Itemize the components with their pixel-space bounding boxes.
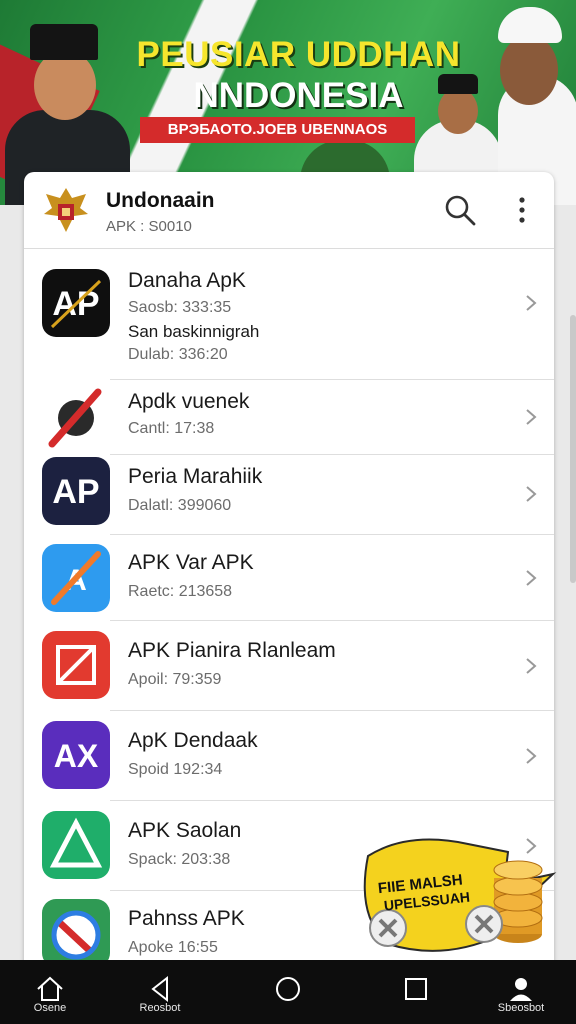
back-triangle-icon: [151, 975, 168, 1003]
chevron-right-icon: [524, 484, 538, 504]
banner-strip-text: ВРЭБАОТО.ЈОЕВ UBENNAOS: [140, 117, 415, 143]
nav-profile[interactable]: Sbeosbot: [466, 960, 576, 1024]
chevron-right-icon: [524, 407, 538, 427]
list-header: Undonaain APK : S0010: [24, 172, 554, 249]
chevron-right-icon: [524, 746, 538, 766]
bottom-navigation-bar: Osene Reosbot Sbeosbot: [0, 960, 576, 1024]
garuda-emblem-icon: [42, 184, 90, 236]
close-icon[interactable]: [465, 905, 503, 943]
crossed-pen-icon: [42, 384, 110, 452]
banner-title-line1: PEUSIAR UDDHAN: [136, 35, 461, 74]
close-icon[interactable]: [369, 909, 407, 947]
nav-home[interactable]: Osene: [0, 960, 105, 1024]
list-item[interactable]: AP Danaha ApK Saosb: 333:35 San baskinni…: [24, 249, 554, 380]
more-vertical-icon[interactable]: [510, 192, 534, 228]
home-icon: [37, 976, 63, 1001]
list-item[interactable]: APK Pianira Rlanleam Apoil: 79:359: [24, 621, 554, 711]
nav-back[interactable]: Reosbot: [105, 960, 215, 1024]
app-meta: Apoke 16:55: [128, 939, 218, 956]
circle-blue-icon: [42, 899, 110, 967]
svg-text:AX: AX: [54, 738, 99, 774]
nav-home-circle[interactable]: [233, 960, 343, 1024]
app-meta: Saosb: 333:35: [128, 299, 232, 316]
app-meta-secondary: Dulab: 336:20: [128, 346, 228, 363]
app-meta: Cantl: 17:38: [128, 420, 215, 437]
nav-label: Reosbot: [139, 1002, 181, 1014]
promo-sticker[interactable]: FIIE MALSH UPELSSUAH: [348, 826, 573, 961]
app-name: APK Pianira Rlanleam: [128, 639, 336, 662]
app-name: Pahnss APK: [128, 907, 245, 930]
banner-title-line2: NNDONESIA: [193, 76, 404, 115]
header-title: Undonaain: [106, 189, 215, 212]
app-name: APK Var APK: [128, 551, 254, 574]
list-item[interactable]: AX ApK Dendaak Spoid 192:34: [24, 711, 554, 801]
app-name: Peria Marahiik: [128, 465, 263, 488]
nav-recents[interactable]: [361, 960, 471, 1024]
triangle-green-icon: [42, 811, 110, 879]
search-icon[interactable]: [442, 192, 478, 228]
ap-navy-icon: AP: [42, 457, 110, 525]
nav-label: Osene: [33, 1002, 67, 1014]
svg-text:AP: AP: [52, 473, 99, 511]
header-subtitle: APK : S0010: [106, 218, 192, 235]
app-meta: Spack: 203:38: [128, 851, 231, 868]
app-description: San baskinnigrah: [128, 322, 260, 341]
app-name: Apdk vuenek: [128, 390, 250, 413]
list-item[interactable]: Apdk vuenek Cantl: 17:38: [24, 380, 554, 455]
app-name: APK Saolan: [128, 819, 242, 842]
app-meta: Apoil: 79:359: [128, 671, 222, 688]
app-meta: Spoid 192:34: [128, 761, 223, 778]
list-item[interactable]: AP Peria Marahiik Dalatl: 399060: [24, 455, 554, 535]
chevron-right-icon: [524, 293, 538, 313]
ap-black-icon: AP: [42, 269, 110, 337]
app-name: Danaha ApK: [128, 269, 246, 292]
recents-square-icon: [405, 978, 427, 1000]
home-circle-icon: [276, 977, 300, 1001]
ap-red-icon: [42, 631, 110, 699]
chevron-right-icon: [524, 568, 538, 588]
chevron-right-icon: [524, 656, 538, 676]
ap-blue-icon: A: [42, 544, 110, 612]
list-item[interactable]: A APK Var APK Raetc: 213658: [24, 535, 554, 621]
scrollbar[interactable]: [570, 315, 576, 583]
nav-label: Sbeosbot: [497, 1002, 545, 1014]
ax-purple-icon: AX: [42, 721, 110, 789]
app-meta: Dalatl: 399060: [128, 497, 232, 514]
user-icon: [510, 978, 532, 1001]
app-name: ApK Dendaak: [128, 729, 258, 752]
app-meta: Raetc: 213658: [128, 583, 233, 600]
